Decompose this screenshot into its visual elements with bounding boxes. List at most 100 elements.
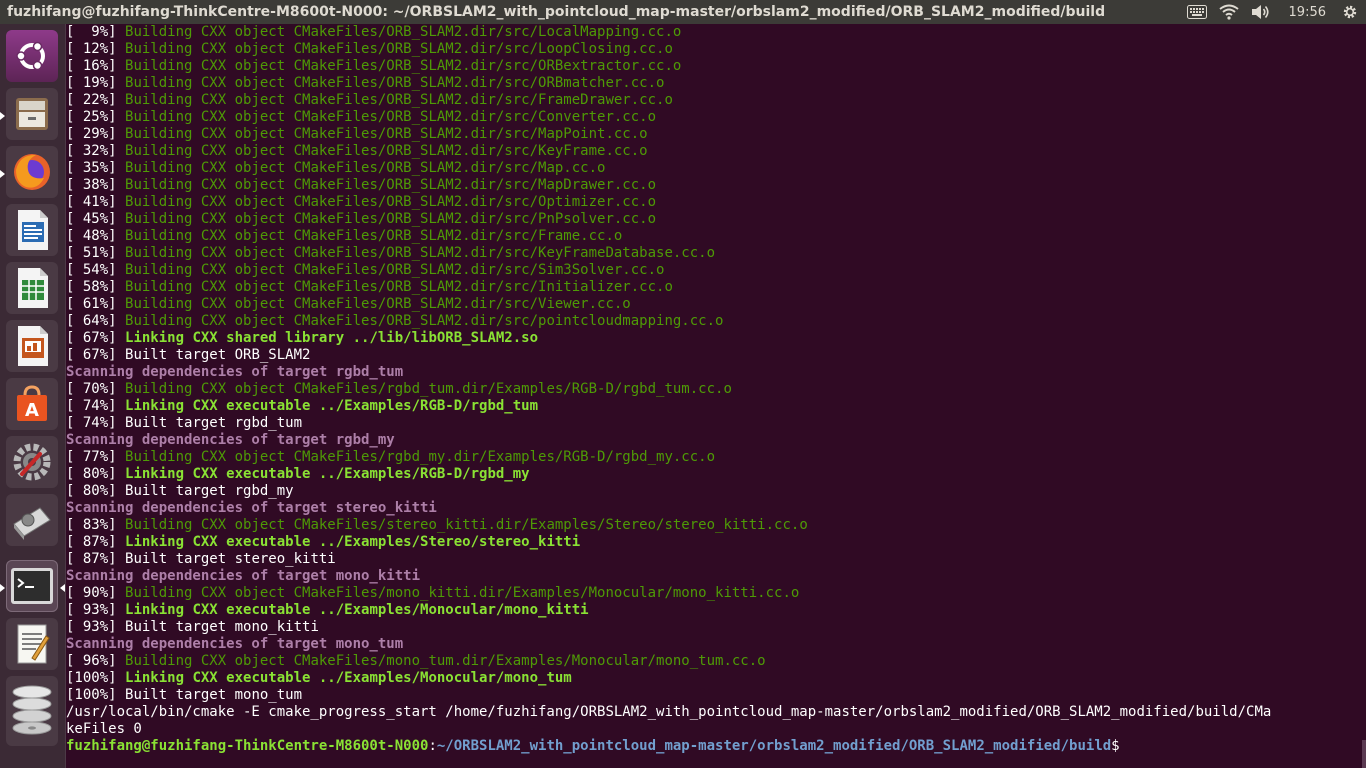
terminal-line: Scanning dependencies of target mono_kit… <box>66 568 1362 585</box>
progress-percent: [ 61%] <box>66 296 126 312</box>
terminal-line: [ 74%] Linking CXX executable ../Example… <box>66 398 1362 415</box>
terminal-line-text: Scanning dependencies of target stereo_k… <box>66 500 437 516</box>
terminal-line-text: Building CXX object CMakeFiles/ORB_SLAM2… <box>125 24 682 40</box>
ubuntu-logo-icon <box>16 41 45 71</box>
progress-percent: [ 77%] <box>66 449 126 465</box>
terminal-line: [ 29%] Building CXX object CMakeFiles/OR… <box>66 126 1362 143</box>
launcher-item-settings[interactable] <box>6 436 58 488</box>
terminal-line: [ 87%] Linking CXX executable ../Example… <box>66 534 1362 551</box>
top-panel: fuzhifang@fuzhifang-ThinkCentre-M8600t-N… <box>0 0 1366 24</box>
terminal-line: [ 25%] Building CXX object CMakeFiles/OR… <box>66 109 1362 126</box>
progress-percent: [ 54%] <box>66 262 126 278</box>
disk-stack-icon <box>12 685 52 735</box>
progress-percent: [ 96%] <box>66 653 126 669</box>
progress-percent: [ 70%] <box>66 381 126 397</box>
terminal-line-text: Building CXX object CMakeFiles/ORB_SLAM2… <box>125 160 606 176</box>
terminal-line: /usr/local/bin/cmake -E cmake_progress_s… <box>66 704 1362 721</box>
terminal-line-text: Scanning dependencies of target mono_kit… <box>66 568 421 584</box>
progress-percent: [ 22%] <box>66 92 126 108</box>
terminal-line: [ 12%] Building CXX object CMakeFiles/OR… <box>66 41 1362 58</box>
progress-percent: [ 41%] <box>66 194 126 210</box>
launcher-item-firefox[interactable] <box>6 146 58 198</box>
terminal-line: [ 58%] Building CXX object CMakeFiles/OR… <box>66 279 1362 296</box>
terminal-output[interactable]: [ 9%] Building CXX object CMakeFiles/ORB… <box>66 24 1362 768</box>
launcher-item-impress[interactable] <box>6 320 58 372</box>
text-editor-icon <box>17 624 50 664</box>
terminal-line: [ 41%] Building CXX object CMakeFiles/OR… <box>66 194 1362 211</box>
terminal-line: Scanning dependencies of target mono_tum <box>66 636 1362 653</box>
terminal-line-text: Building CXX object CMakeFiles/rgbd_my.d… <box>125 449 716 465</box>
terminal-lines: [ 9%] Building CXX object CMakeFiles/ORB… <box>66 24 1362 738</box>
terminal-line-text: Linking CXX executable ../Examples/Stere… <box>125 534 581 550</box>
terminal-line-text: Building CXX object CMakeFiles/ORB_SLAM2… <box>125 75 665 91</box>
launcher-item-scanner[interactable] <box>6 494 58 546</box>
progress-percent: [ 93%] <box>66 602 126 618</box>
launcher: A <box>0 24 66 768</box>
terminal-icon <box>11 568 53 604</box>
gear-icon[interactable] <box>1342 0 1358 24</box>
keyboard-icon[interactable] <box>1186 0 1207 24</box>
progress-percent: [100%] <box>66 687 126 703</box>
wifi-icon[interactable] <box>1218 0 1239 24</box>
terminal-scrollbar[interactable] <box>1362 740 1366 768</box>
progress-percent: [ 32%] <box>66 143 126 159</box>
terminal-line-text: Building CXX object CMakeFiles/mono_tum.… <box>125 653 766 669</box>
terminal-line-text: Linking CXX executable ../Examples/RGB-D… <box>125 398 539 414</box>
progress-percent: [ 80%] <box>66 483 126 499</box>
shell-prompt[interactable]: fuzhifang@fuzhifang-ThinkCentre-M8600t-N… <box>66 738 1362 755</box>
terminal-line-text: keFiles 0 <box>66 721 142 737</box>
progress-percent: [ 19%] <box>66 75 126 91</box>
terminal-line: [ 22%] Building CXX object CMakeFiles/OR… <box>66 92 1362 109</box>
terminal-line-text: Building CXX object CMakeFiles/ORB_SLAM2… <box>125 143 648 159</box>
calc-spreadsheet-icon <box>18 268 48 308</box>
launcher-item-text-editor[interactable] <box>6 618 58 670</box>
progress-percent: [ 45%] <box>66 211 126 227</box>
clock[interactable]: 19:56 <box>1289 5 1326 20</box>
progress-percent: [ 90%] <box>66 585 126 601</box>
progress-percent: [ 87%] <box>66 551 126 567</box>
terminal-line: [ 9%] Building CXX object CMakeFiles/ORB… <box>66 24 1362 41</box>
launcher-item-dash[interactable] <box>6 30 58 82</box>
terminal-line: [ 35%] Building CXX object CMakeFiles/OR… <box>66 160 1362 177</box>
terminal-line-text: Building CXX object CMakeFiles/stereo_ki… <box>125 517 808 533</box>
launcher-item-writer[interactable] <box>6 204 58 256</box>
launcher-item-software[interactable]: A <box>6 378 58 430</box>
terminal-line: [ 48%] Building CXX object CMakeFiles/OR… <box>66 228 1362 245</box>
terminal-line: [ 96%] Building CXX object CMakeFiles/mo… <box>66 653 1362 670</box>
terminal-line-text: Building CXX object CMakeFiles/ORB_SLAM2… <box>125 58 682 74</box>
terminal-line: [ 93%] Linking CXX executable ../Example… <box>66 602 1362 619</box>
terminal-line: [ 83%] Building CXX object CMakeFiles/st… <box>66 517 1362 534</box>
launcher-item-terminal[interactable] <box>6 560 58 612</box>
terminal-line-text: Built target rgbd_my <box>125 483 294 499</box>
launcher-item-files[interactable] <box>6 88 58 140</box>
volume-icon[interactable] <box>1251 0 1271 24</box>
terminal-line: [ 51%] Building CXX object CMakeFiles/OR… <box>66 245 1362 262</box>
progress-percent: [ 74%] <box>66 415 126 431</box>
progress-percent: [ 51%] <box>66 245 126 261</box>
progress-percent: [ 74%] <box>66 398 126 414</box>
terminal-line: [ 32%] Building CXX object CMakeFiles/OR… <box>66 143 1362 160</box>
terminal-line-text: Building CXX object CMakeFiles/ORB_SLAM2… <box>125 92 673 108</box>
terminal-line-text: Linking CXX executable ../Examples/Monoc… <box>125 670 572 686</box>
terminal-line: keFiles 0 <box>66 721 1362 738</box>
terminal-line-text: Built target rgbd_tum <box>125 415 303 431</box>
terminal-line: Scanning dependencies of target rgbd_tum <box>66 364 1362 381</box>
terminal-line-text: Scanning dependencies of target rgbd_tum <box>66 364 404 380</box>
window-title: fuzhifang@fuzhifang-ThinkCentre-M8600t-N… <box>7 4 1106 20</box>
terminal-line: Scanning dependencies of target rgbd_my <box>66 432 1362 449</box>
progress-percent: [ 58%] <box>66 279 126 295</box>
terminal-line: Scanning dependencies of target stereo_k… <box>66 500 1362 517</box>
launcher-item-calc[interactable] <box>6 262 58 314</box>
software-bag-icon: A <box>17 385 47 421</box>
terminal-line-text: Built target ORB_SLAM2 <box>125 347 311 363</box>
terminal-line-text: Scanning dependencies of target rgbd_my <box>66 432 395 448</box>
launcher-item-disks[interactable] <box>6 676 58 746</box>
terminal-line-text: Building CXX object CMakeFiles/ORB_SLAM2… <box>125 126 648 142</box>
svg-text:A: A <box>25 400 39 421</box>
progress-percent: [ 16%] <box>66 58 126 74</box>
terminal-line-text: Built target mono_kitti <box>125 619 319 635</box>
terminal-line: [ 87%] Built target stereo_kitti <box>66 551 1362 568</box>
terminal-line: [ 74%] Built target rgbd_tum <box>66 415 1362 432</box>
terminal-line-text: Linking CXX executable ../Examples/Monoc… <box>125 602 589 618</box>
terminal-line: [ 80%] Built target rgbd_my <box>66 483 1362 500</box>
